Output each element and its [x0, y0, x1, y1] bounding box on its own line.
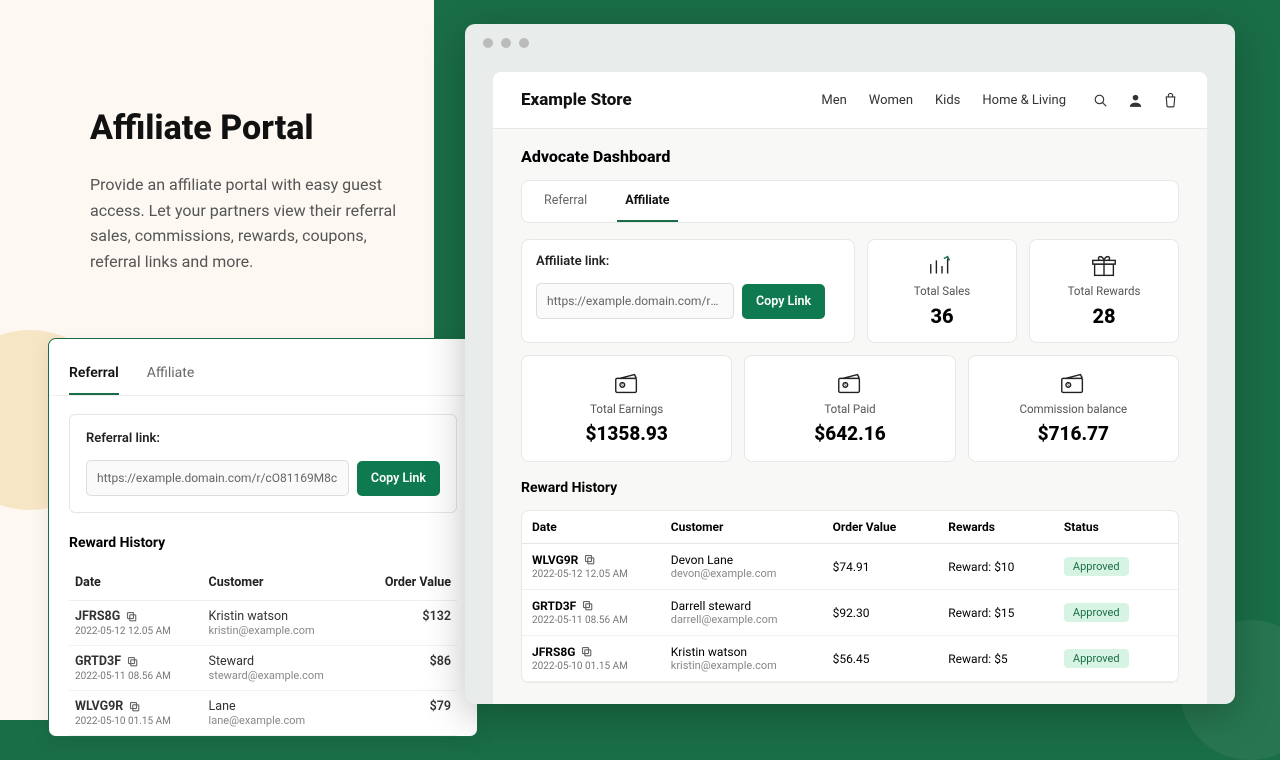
col-customer: Customer — [671, 520, 833, 534]
reward-history-title: Reward History — [521, 480, 1179, 496]
tab-referral[interactable]: Referral — [536, 181, 595, 222]
copy-link-button[interactable]: Copy Link — [742, 284, 825, 319]
col-rewards: Rewards — [948, 520, 1064, 534]
earning-card: $Commission balance$716.77 — [968, 355, 1179, 462]
table-row: WLVG9R 2022-05-12 12.05 AM Devon Lanedev… — [522, 544, 1178, 590]
col-order-value: Order Value — [360, 565, 457, 601]
status-badge: Approved — [1064, 603, 1129, 622]
chart-icon — [927, 254, 957, 278]
wallet-icon: $ — [835, 372, 865, 396]
search-icon[interactable] — [1092, 92, 1109, 109]
affiliate-link-input[interactable]: https://example.domain.com/r/cO81169M8c — [536, 283, 734, 319]
copy-icon[interactable] — [582, 600, 594, 612]
nav-link[interactable]: Women — [869, 93, 913, 108]
cart-icon[interactable] — [1162, 92, 1179, 109]
table-row: GRTD3F 2022-05-11 08.56 AM Darrell stewa… — [522, 590, 1178, 636]
col-date: Date — [69, 565, 203, 601]
gift-icon — [1089, 254, 1119, 278]
copy-icon[interactable] — [127, 656, 139, 668]
referral-link-input[interactable]: https://example.domain.com/r/cO81169M8c — [86, 460, 349, 496]
table-row: WLVG9R2022-05-10 01.15 AM Lanelane@examp… — [69, 691, 457, 736]
status-badge: Approved — [1064, 649, 1129, 668]
copy-icon[interactable] — [129, 701, 141, 713]
tab-affiliate[interactable]: Affiliate — [617, 181, 677, 222]
store-brand[interactable]: Example Store — [521, 90, 632, 110]
reward-history-title: Reward History — [69, 535, 457, 551]
table-row: JFRS8G2022-05-12 12.05 AM Kristin watson… — [69, 601, 457, 646]
window-controls — [483, 38, 529, 48]
copy-icon[interactable] — [126, 611, 138, 623]
page-title: Advocate Dashboard — [521, 147, 1179, 166]
tab-referral[interactable]: Referral — [69, 355, 119, 395]
total-sales-label: Total Sales — [914, 284, 970, 298]
referral-link-label: Referral link: — [86, 431, 440, 446]
earning-card: $Total Earnings$1358.93 — [521, 355, 732, 462]
earning-card: $Total Paid$642.16 — [744, 355, 955, 462]
total-sales-value: 36 — [930, 304, 953, 328]
copy-link-button[interactable]: Copy Link — [357, 461, 440, 496]
browser-window: Example Store MenWomenKidsHome & Living … — [465, 24, 1235, 704]
wallet-icon: $ — [1058, 372, 1088, 396]
wallet-icon: $ — [612, 372, 642, 396]
nav-link[interactable]: Kids — [935, 93, 960, 108]
user-icon[interactable] — [1127, 92, 1144, 109]
table-row: GRTD3F2022-05-11 08.56 AM Stewardsteward… — [69, 646, 457, 691]
table-row: JFRS8G 2022-05-10 01.15 AM Kristin watso… — [522, 636, 1178, 682]
nav-link[interactable]: Home & Living — [982, 93, 1066, 108]
mini-portal-card: Referral Affiliate Referral link: https:… — [48, 338, 478, 737]
affiliate-link-label: Affiliate link: — [536, 254, 840, 269]
nav-link[interactable]: Men — [821, 93, 846, 108]
copy-icon[interactable] — [581, 646, 593, 658]
col-order-value: Order Value — [833, 520, 949, 534]
total-rewards-value: 28 — [1092, 304, 1115, 328]
col-date: Date — [532, 520, 671, 534]
col-status: Status — [1064, 520, 1168, 534]
tab-affiliate[interactable]: Affiliate — [147, 355, 195, 395]
total-rewards-label: Total Rewards — [1068, 284, 1141, 298]
col-customer: Customer — [203, 565, 361, 601]
status-badge: Approved — [1064, 557, 1129, 576]
copy-icon[interactable] — [584, 554, 596, 566]
page-subtext: Provide an affiliate portal with easy gu… — [90, 172, 410, 274]
page-headline: Affiliate Portal — [90, 108, 410, 148]
